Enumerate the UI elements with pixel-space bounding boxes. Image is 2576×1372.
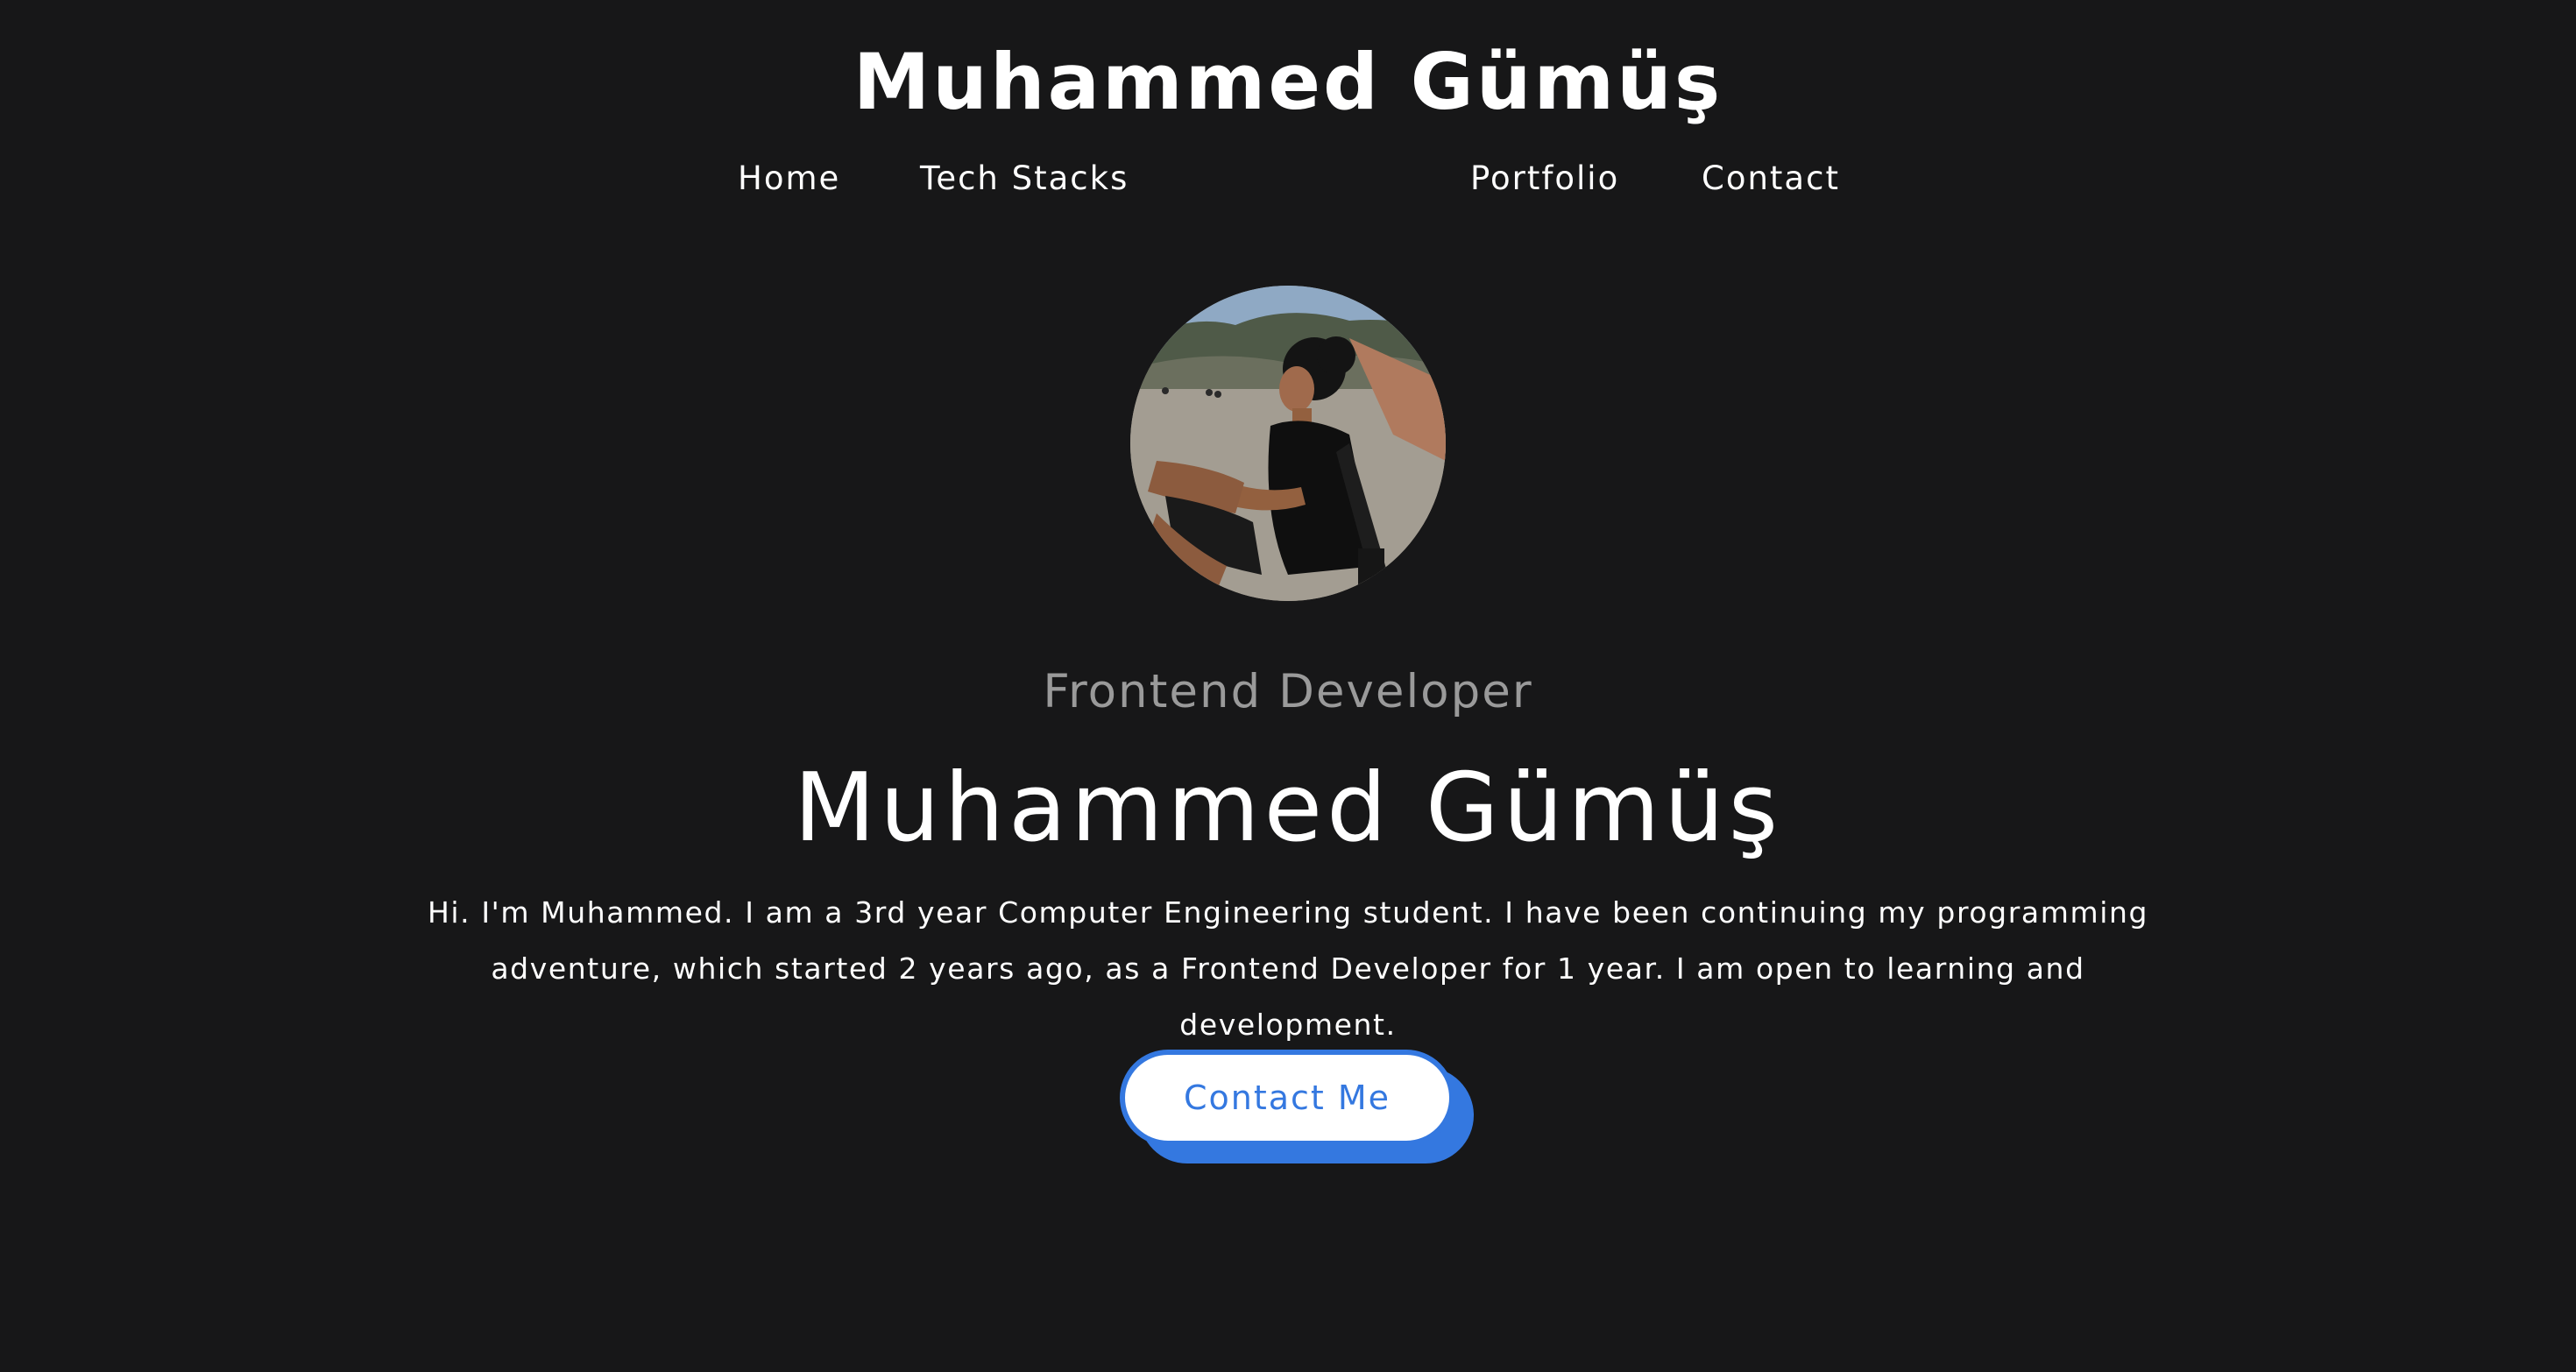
- nav-link-portfolio[interactable]: Portfolio: [1470, 154, 1619, 203]
- bio-text: Hi. I'm Muhammed. I am a 3rd year Comput…: [427, 895, 2149, 1042]
- nav-link-home[interactable]: Home: [738, 154, 840, 203]
- site-header: Muhammed Gümüş Home Tech Stacks Portfoli…: [0, 0, 2576, 219]
- hero-name: Muhammed Gümüş: [793, 753, 1783, 863]
- site-title: Muhammed Gümüş: [853, 37, 1723, 127]
- profile-photo-icon: [1130, 286, 1446, 601]
- nav-link-contact[interactable]: Contact: [1702, 154, 1840, 203]
- role-subtitle: Frontend Developer: [1043, 665, 1533, 718]
- avatar: [1130, 286, 1446, 601]
- nav-link-tech-stacks[interactable]: Tech Stacks: [920, 154, 1129, 203]
- contact-me-button[interactable]: Contact Me: [1120, 1050, 1454, 1146]
